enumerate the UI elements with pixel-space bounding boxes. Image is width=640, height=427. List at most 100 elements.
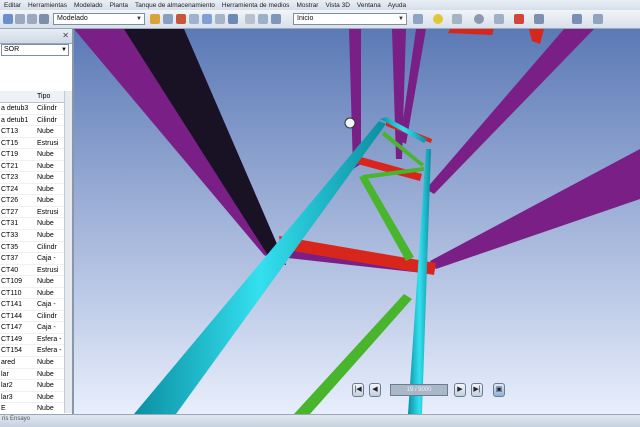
object-name: CT21 (1, 162, 19, 170)
list-item[interactable]: CT147 Caja - (0, 322, 72, 334)
view-combo[interactable]: Inicio ▼ (293, 13, 407, 25)
list-item[interactable]: lar3 Nube (0, 392, 72, 404)
list-item[interactable]: CT13 Nube (0, 126, 72, 138)
pencil-icon[interactable] (150, 14, 160, 24)
chevron-down-icon: ▼ (398, 16, 404, 22)
open-icon[interactable] (15, 14, 25, 24)
view-icon[interactable] (202, 14, 212, 24)
object-name: CT15 (1, 139, 19, 147)
menu-item-4[interactable]: Tanque de almacenamiento (135, 2, 215, 9)
object-name: CT144 (1, 312, 23, 320)
list-item[interactable]: CT24 Nube (0, 184, 72, 196)
record-button[interactable]: ▣ (493, 383, 505, 397)
object-name: CT13 (1, 128, 19, 136)
list-item[interactable]: lar Nube (0, 369, 72, 381)
status-bar: ris Ensayo (0, 414, 640, 427)
scale-icon[interactable] (494, 14, 504, 24)
tool-icon[interactable] (176, 14, 186, 24)
menu-item-9[interactable]: Ayuda (388, 2, 406, 9)
view-combo-value: Inicio (297, 15, 314, 22)
object-name: a detub1 (1, 116, 29, 124)
list-item[interactable]: CT21 Nube (0, 161, 72, 173)
previous-frame-button[interactable]: ◀ (369, 383, 381, 397)
rotate-cursor-icon (344, 117, 356, 129)
list-item[interactable]: CT149 Esfera - (0, 334, 72, 346)
object-name: E (1, 405, 6, 413)
list-item[interactable]: CT31 Nube (0, 218, 72, 231)
list-item[interactable]: CT40 Estrusi (0, 265, 72, 277)
box-icon[interactable] (215, 14, 225, 24)
list-item[interactable]: CT110 Nube (0, 288, 72, 300)
rotate-icon[interactable] (271, 14, 281, 24)
object-name: CT37 (1, 255, 19, 263)
menu-item-0[interactable]: Editar (4, 2, 21, 9)
zoom-icon[interactable] (258, 14, 268, 24)
list-item[interactable]: CT37 Caja - (0, 253, 72, 265)
layer-icon[interactable] (189, 14, 199, 24)
list-item[interactable]: CT15 Estrusi (0, 138, 72, 150)
menu-item-3[interactable]: Planta (110, 2, 128, 9)
list-item[interactable]: ared Nube (0, 357, 72, 369)
menu-item-1[interactable]: Herramientas (28, 2, 67, 9)
menu-item-6[interactable]: Mostrar (296, 2, 318, 9)
menu-item-2[interactable]: Modelado (74, 2, 103, 9)
3d-viewport[interactable]: |◀ ◀ 19 / 9000 ▶ ▶| ▣ (74, 29, 640, 414)
scrollbar[interactable] (64, 91, 72, 413)
list-item[interactable]: CT27 Estrusi (0, 207, 72, 219)
object-name: CT110 (1, 289, 22, 297)
first-frame-button[interactable]: |◀ (352, 383, 364, 397)
snapshot-icon[interactable] (534, 14, 544, 24)
list-item[interactable]: a detub1 Cilindr (0, 115, 72, 127)
arrange-icon[interactable] (572, 14, 582, 24)
last-frame-button[interactable]: ▶| (471, 383, 483, 397)
mode-combo-value: Modelado (57, 15, 88, 22)
object-name: CT109 (1, 278, 23, 286)
object-name: CT24 (1, 185, 19, 193)
menu-item-7[interactable]: Vista 3D (325, 2, 349, 9)
column-header-type[interactable]: Tipo (37, 91, 67, 102)
list-item[interactable]: lar2 Nube (0, 380, 72, 392)
list-item[interactable]: a detub3 Cilindr (0, 103, 72, 115)
toolbar: Modelado ▼ Inicio ▼ (0, 10, 640, 29)
chevron-down-icon: ▼ (61, 47, 67, 53)
camera-icon[interactable] (413, 14, 423, 24)
frame-field[interactable]: 19 / 9000 (390, 384, 448, 396)
object-name: CT141 (1, 301, 23, 309)
list-item[interactable]: CT154 Esfera - (0, 345, 72, 358)
save-icon[interactable] (27, 14, 37, 24)
menu-item-5[interactable]: Herramienta de medios (222, 2, 290, 9)
monitor-icon[interactable] (593, 14, 603, 24)
column-header-name[interactable] (0, 91, 37, 102)
list-item[interactable]: CT141 Caja - (0, 299, 72, 311)
object-name: CT149 (1, 335, 23, 343)
list-item[interactable]: CT23 Nube (0, 172, 72, 184)
object-name: CT33 (1, 232, 19, 240)
hand-icon[interactable] (245, 14, 255, 24)
menu-bar: Editar Herramientas Modelado Planta Tanque d… (0, 0, 640, 10)
cloud-icon[interactable] (474, 14, 484, 24)
list-item[interactable]: CT19 Nube (0, 149, 72, 161)
object-list-panel: ✕ SOR ▼ Tipo a detub3 Cilindr a detub1 Cili… (0, 29, 74, 416)
3d-scene[interactable] (74, 29, 640, 414)
grid-icon[interactable] (163, 14, 173, 24)
filter-combo[interactable]: SOR ▼ (1, 44, 69, 56)
next-frame-button[interactable]: ▶ (454, 383, 466, 397)
shade-icon[interactable] (452, 14, 462, 24)
undo-icon[interactable] (39, 14, 49, 24)
marker-icon[interactable] (514, 14, 524, 24)
list-item[interactable]: CT26 Nube (0, 195, 72, 207)
filter-value: SOR (4, 46, 20, 53)
mode-combo[interactable]: Modelado ▼ (53, 13, 145, 25)
object-name: a detub3 (1, 105, 29, 112)
list-item[interactable]: CT109 Nube (0, 276, 72, 288)
light-icon[interactable] (433, 14, 443, 24)
list-item[interactable]: CT144 Cilindr (0, 311, 72, 323)
menu-item-8[interactable]: Ventana (357, 2, 381, 9)
close-icon[interactable]: ✕ (62, 31, 69, 40)
object-name: CT35 (1, 243, 19, 251)
new-icon[interactable] (3, 14, 13, 24)
list-item[interactable]: CT35 Cilindr (0, 242, 72, 254)
chevron-down-icon: ▼ (136, 16, 142, 22)
cube-icon[interactable] (228, 14, 238, 24)
list-item[interactable]: CT33 Nube (0, 230, 72, 242)
